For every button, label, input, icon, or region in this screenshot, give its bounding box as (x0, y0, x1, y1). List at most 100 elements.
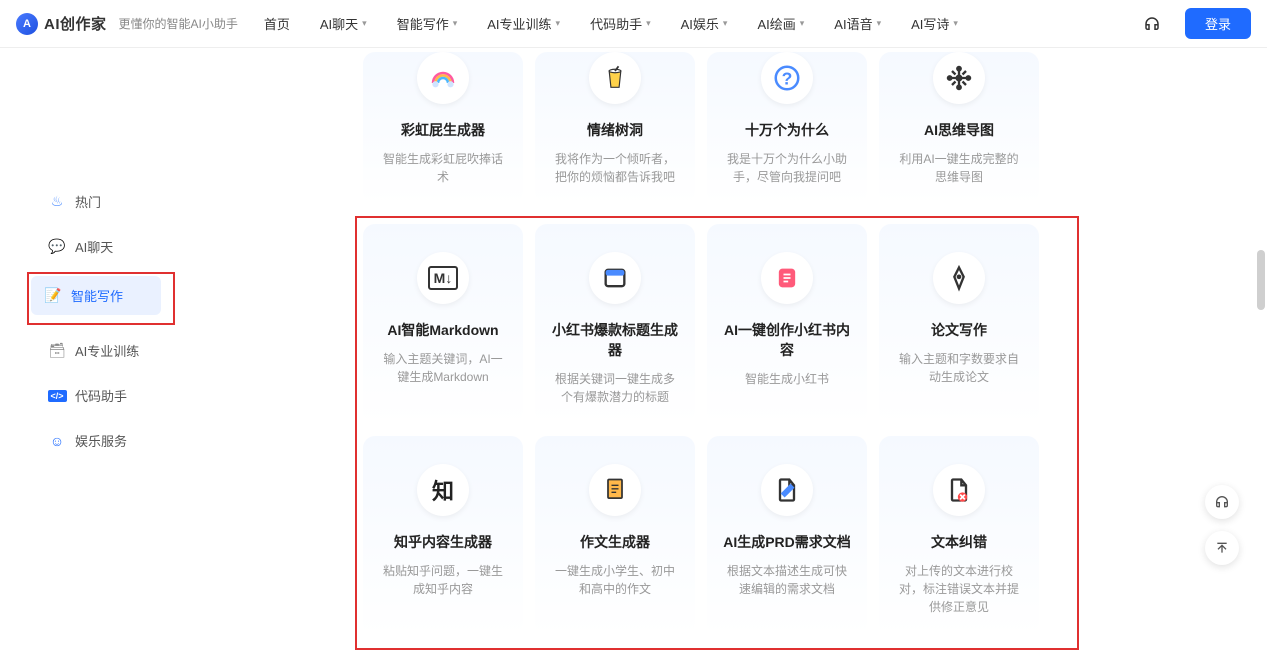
card-desc: 一键生成小学生、初中和高中的作文 (547, 562, 683, 598)
nav-item-3[interactable]: AI专业训练 ▾ (487, 14, 560, 33)
card-desc: 粘贴知乎问题，一键生成知乎内容 (375, 562, 511, 598)
card-title: AI智能Markdown (387, 320, 498, 340)
tagline: 更懂你的智能AI小助手 (119, 15, 238, 32)
card-icon (933, 464, 985, 516)
nav-item-6[interactable]: AI绘画 ▾ (757, 14, 804, 33)
nav-item-label: 智能写作 (397, 14, 449, 33)
edit-icon: 📝 (45, 288, 61, 304)
nav-item-5[interactable]: AI娱乐 ▾ (681, 14, 728, 33)
nav-item-label: 代码助手 (590, 14, 642, 33)
card-title: AI生成PRD需求文档 (723, 532, 851, 552)
card-cards_top-3[interactable]: AI思维导图利用AI一键生成完整的思维导图 (879, 52, 1039, 204)
sidebar-item-highlight: 📝 智能写作 (27, 272, 175, 325)
card-icon (933, 52, 985, 104)
header-right: 登录 (1143, 8, 1251, 39)
card-title: 文本纠错 (931, 532, 987, 552)
card-cards_top-2[interactable]: ? 十万个为什么我是十万个为什么小助手，尽管向我提问吧 (707, 52, 867, 204)
sidebar-item-label: AI聊天 (75, 237, 113, 256)
card-title: 论文写作 (931, 320, 987, 340)
nav-item-0[interactable]: 首页 (264, 14, 290, 33)
card-title: AI思维导图 (924, 120, 994, 140)
chevron-down-icon: ▾ (723, 18, 728, 29)
card-cards_row2-0[interactable]: 知知乎内容生成器粘贴知乎问题，一键生成知乎内容 (363, 436, 523, 636)
card-desc: 智能生成彩虹屁吹捧话术 (375, 150, 511, 186)
nav-item-7[interactable]: AI语音 ▾ (834, 14, 881, 33)
card-title: 作文生成器 (580, 532, 650, 552)
cards-row-2: 知知乎内容生成器粘贴知乎问题，一键生成知乎内容作文生成器一键生成小学生、初中和高… (363, 436, 1071, 636)
nav-item-label: AI娱乐 (681, 14, 719, 33)
card-desc: 利用AI一键生成完整的思维导图 (891, 150, 1027, 186)
card-desc: 我将作为一个倾听者，把你的烦恼都告诉我吧 (547, 150, 683, 186)
card-cards_row2-2[interactable]: AI生成PRD需求文档根据文本描述生成可快速编辑的需求文档 (707, 436, 867, 636)
nav-item-label: AI专业训练 (487, 14, 551, 33)
nav-item-label: AI写诗 (911, 14, 949, 33)
card-cards_row1-3[interactable]: 论文写作输入主题和字数要求自动生成论文 (879, 224, 1039, 424)
nav-item-1[interactable]: AI聊天 ▾ (320, 14, 367, 33)
card-icon: 知 (417, 464, 469, 516)
nav-item-label: AI聊天 (320, 14, 358, 33)
nav-item-8[interactable]: AI写诗 ▾ (911, 14, 958, 33)
support-icon[interactable] (1143, 15, 1161, 33)
chevron-down-icon: ▾ (362, 18, 367, 29)
sidebar-item-4[interactable]: </>代码助手 (35, 376, 165, 415)
login-button[interactable]: 登录 (1185, 8, 1251, 39)
card-icon (761, 464, 813, 516)
card-desc: 智能生成小红书 (741, 370, 833, 388)
scrollbar-thumb[interactable] (1257, 250, 1265, 310)
card-cards_top-1[interactable]: 情绪树洞我将作为一个倾听者，把你的烦恼都告诉我吧 (535, 52, 695, 204)
chevron-down-icon: ▾ (453, 18, 458, 29)
card-title: 十万个为什么 (745, 120, 829, 140)
chevron-down-icon: ▾ (646, 18, 651, 29)
sidebar-item-1[interactable]: 💬 AI聊天 (35, 227, 165, 266)
sidebar: ♨热门 💬 AI聊天 📝 智能写作 🗃AI专业训练 </>代码助手 ☺娱乐服务 (0, 52, 235, 650)
card-cards_row2-3[interactable]: 文本纠错对上传的文本进行校对，标注错误文本并提供修正意见 (879, 436, 1039, 636)
sidebar-item-label: 代码助手 (75, 386, 127, 405)
card-icon (417, 52, 469, 104)
card-title: 小红书爆款标题生成器 (547, 320, 683, 360)
card-icon: M↓ (417, 252, 469, 304)
logo[interactable]: A AI创作家 (16, 13, 107, 35)
card-desc: 输入主题关键词，AI一键生成Markdown (375, 350, 511, 386)
highlighted-area: M↓ AI智能Markdown 输入主题关键词，AI一键生成Markdown 小红书爆… (355, 216, 1079, 650)
chat-icon: 💬 (49, 239, 65, 255)
card-cards_row1-2[interactable]: AI一键创作小红书内容智能生成小红书 (707, 224, 867, 424)
chevron-down-icon: ▾ (556, 18, 561, 29)
card-title: AI一键创作小红书内容 (719, 320, 855, 360)
nav-item-label: AI绘画 (757, 14, 795, 33)
float-support-button[interactable] (1205, 485, 1239, 519)
card-cards_top-0[interactable]: 彩虹屁生成器智能生成彩虹屁吹捧话术 (363, 52, 523, 204)
card-title: 彩虹屁生成器 (401, 120, 485, 140)
card-title: 知乎内容生成器 (394, 532, 492, 552)
card-desc: 根据文本描述生成可快速编辑的需求文档 (719, 562, 855, 598)
sidebar-item-0[interactable]: ♨热门 (35, 182, 165, 221)
sidebar-item-5[interactable]: ☺娱乐服务 (35, 421, 165, 460)
float-top-button[interactable] (1205, 531, 1239, 565)
sidebar-item-label: 智能写作 (71, 286, 123, 305)
card-desc: 我是十万个为什么小助手，尽管向我提问吧 (719, 150, 855, 186)
smile-icon: ☺ (49, 433, 65, 449)
card-cards_row1-1[interactable]: 小红书爆款标题生成器根据关键词一键生成多个有爆款潜力的标题 (535, 224, 695, 424)
card-icon (589, 252, 641, 304)
sidebar-item-2[interactable]: 📝 智能写作 (31, 276, 161, 315)
chevron-down-icon: ▾ (877, 18, 882, 29)
card-desc: 输入主题和字数要求自动生成论文 (891, 350, 1027, 386)
sidebar-item-3[interactable]: 🗃AI专业训练 (35, 331, 165, 370)
card-icon (761, 252, 813, 304)
card-icon: ? (761, 52, 813, 104)
chevron-down-icon: ▾ (800, 18, 805, 29)
nav-item-label: AI语音 (834, 14, 872, 33)
card-cards_row2-1[interactable]: 作文生成器一键生成小学生、初中和高中的作文 (535, 436, 695, 636)
card-icon (589, 464, 641, 516)
nav-item-2[interactable]: 智能写作 ▾ (397, 14, 458, 33)
cards-row-1: M↓ AI智能Markdown 输入主题关键词，AI一键生成Markdown 小红书爆… (363, 224, 1071, 424)
svg-text:?: ? (782, 68, 793, 88)
header: A AI创作家 更懂你的智能AI小助手 首页AI聊天▾智能写作▾AI专业训练▾代… (0, 0, 1267, 48)
page-body: ♨热门 💬 AI聊天 📝 智能写作 🗃AI专业训练 </>代码助手 ☺娱乐服务 彩虹屁生成器智… (0, 48, 1267, 650)
floating-buttons (1205, 485, 1239, 565)
nav-item-4[interactable]: 代码助手 ▾ (590, 14, 651, 33)
chevron-down-icon: ▾ (953, 18, 958, 29)
card-cards_row1-0[interactable]: M↓ AI智能Markdown 输入主题关键词，AI一键生成Markdown (363, 224, 523, 424)
cards-top-row: 彩虹屁生成器智能生成彩虹屁吹捧话术情绪树洞我将作为一个倾听者，把你的烦恼都告诉我… (363, 52, 1267, 204)
sidebar-item-label: AI专业训练 (75, 341, 139, 360)
main-content: 彩虹屁生成器智能生成彩虹屁吹捧话术情绪树洞我将作为一个倾听者，把你的烦恼都告诉我… (235, 52, 1267, 650)
